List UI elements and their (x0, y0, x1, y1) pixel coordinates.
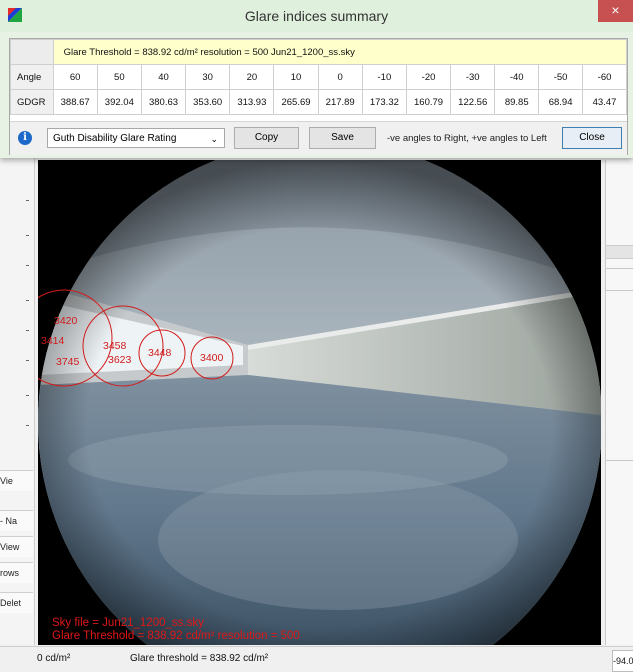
glare-summary-dialog: Glare indices summary × Glare Threshold … (0, 0, 633, 158)
table-cell: 388.67 (52, 89, 98, 115)
metric-select-value: Guth Disability Glare Rating (53, 133, 177, 144)
copy-button[interactable]: Copy (234, 127, 299, 149)
left-item-name[interactable]: - Na (0, 510, 33, 531)
status-bar: 0 cd/m² Glare threshold = 838.92 cd/m² -… (0, 646, 633, 672)
save-button[interactable]: Save (309, 127, 376, 149)
table-cell: 43.47 (582, 89, 627, 115)
chevron-down-icon: ⌄ (210, 134, 218, 144)
table-cell: 217.89 (317, 89, 363, 115)
dialog-body: Glare Threshold = 838.92 cd/m² resolutio… (9, 38, 628, 155)
table-cell: 40 (140, 64, 187, 90)
sky-file-line: Sky file = Jun21_1200_ss.sky (52, 617, 204, 629)
threshold-info: Glare Threshold = 838.92 cd/m² resolutio… (52, 39, 628, 65)
table-cell: 68.94 (538, 89, 584, 115)
table-cell: 10 (273, 64, 319, 90)
glare-value-label: 3420 (54, 315, 78, 327)
angle-row: Angle 60 50 40 30 20 10 0 -10 -20 -30 -4… (10, 64, 627, 90)
dialog-title: Glare indices summary (244, 8, 389, 24)
tick-mark (26, 200, 29, 201)
left-tab-view[interactable]: Vie (0, 470, 33, 491)
threshold-line: Glare Threshold = 838.92 cd/m² resolutio… (52, 630, 300, 642)
table-cell: -60 (582, 64, 627, 90)
glare-value-label: 3745 (56, 356, 80, 368)
tick-mark (26, 425, 29, 426)
table-cell: 380.63 (140, 89, 187, 115)
fisheye-render: 3420 3414 3745 3458 3623 3448 3400 (38, 160, 601, 645)
tick-mark (26, 300, 29, 301)
table-cell: 89.85 (494, 89, 540, 115)
tick-mark (26, 330, 29, 331)
tick-mark (26, 395, 29, 396)
render-overlay-text: Sky file = Jun21_1200_ss.sky Glare Thres… (52, 617, 300, 643)
table-cell: -20 (405, 64, 452, 90)
fisheye-render-viewport[interactable]: 3420 3414 3745 3458 3623 3448 3400 Sky f… (38, 160, 601, 645)
glare-metric-select[interactable]: Guth Disability Glare Rating ⌄ (47, 128, 225, 148)
status-luminance: 0 cd/m² (37, 653, 71, 664)
glare-value-label: 3623 (108, 354, 132, 366)
gdgr-row: GDGR 388.67 392.04 380.63 353.60 313.93 … (10, 89, 627, 115)
angle-direction-hint: -ve angles to Right, +ve angles to Left (387, 133, 547, 144)
left-item-view[interactable]: View (0, 536, 33, 557)
table-cell: 122.56 (450, 89, 496, 115)
dialog-controls: i Guth Disability Glare Rating ⌄ Copy Sa… (10, 121, 627, 155)
table-cell: 353.60 (185, 89, 231, 115)
table-corner (10, 39, 54, 65)
table-cell: 0 (317, 64, 363, 90)
glare-value-label: 3458 (103, 340, 127, 352)
info-icon[interactable]: i (18, 131, 32, 145)
table-cell: 60 (52, 64, 98, 90)
glare-table: Glare Threshold = 838.92 cd/m² resolutio… (10, 39, 628, 115)
table-cell: 265.69 (273, 89, 319, 115)
tick-mark (26, 235, 29, 236)
table-cell: -50 (538, 64, 584, 90)
panel-divider (606, 268, 633, 269)
info-row: Glare Threshold = 838.92 cd/m² resolutio… (10, 39, 628, 65)
table-cell: -30 (450, 64, 496, 90)
panel-divider (606, 460, 633, 461)
left-item-rows[interactable]: rows (0, 562, 33, 583)
status-threshold: Glare threshold = 838.92 cd/m² (130, 653, 269, 664)
row-header: GDGR (10, 89, 54, 115)
table-cell: 20 (229, 64, 275, 90)
close-button[interactable]: Close (562, 127, 622, 149)
table-cell: 313.93 (229, 89, 275, 115)
panel-divider (606, 245, 633, 259)
glare-value-label: 3400 (200, 352, 224, 364)
tick-mark (26, 265, 29, 266)
right-panel (605, 160, 633, 645)
table-cell: 173.32 (361, 89, 407, 115)
table-cell: 392.04 (96, 89, 142, 115)
table-cell: 30 (185, 64, 231, 90)
status-value-field[interactable]: -94.0 (612, 650, 633, 672)
table-cell: -40 (494, 64, 540, 90)
glare-value-label: 3448 (148, 347, 172, 359)
table-cell: 160.79 (405, 89, 452, 115)
table-cell: 50 (96, 64, 142, 90)
table-cell: -10 (361, 64, 407, 90)
tick-mark (26, 360, 29, 361)
row-header: Angle (10, 64, 54, 90)
panel-divider (606, 290, 633, 291)
dialog-titlebar[interactable]: Glare indices summary × (0, 0, 633, 32)
glare-value-label: 3414 (41, 335, 65, 347)
left-item-delete[interactable]: Delet (0, 592, 33, 613)
close-icon[interactable]: × (598, 0, 633, 22)
